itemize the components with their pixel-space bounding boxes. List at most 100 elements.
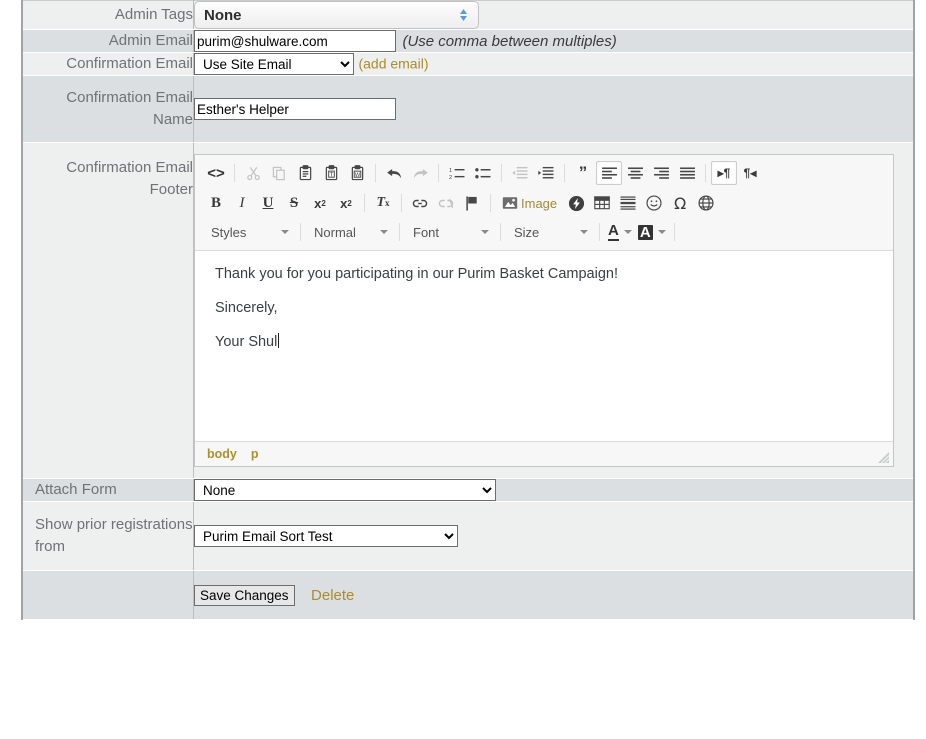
field-admin-tags: None [194, 1, 915, 30]
text-cursor [278, 333, 279, 348]
svg-text:W: W [354, 172, 360, 178]
increase-indent-icon[interactable] [533, 161, 559, 185]
admin-tags-select[interactable]: None [194, 1, 479, 29]
field-confirmation-email-footer: <> [194, 143, 915, 479]
cut-icon[interactable] [240, 161, 266, 185]
strikethrough-icon[interactable]: S [281, 191, 307, 215]
table-icon[interactable] [589, 191, 615, 215]
toolbar-row-3: Styles Normal Font [197, 218, 891, 246]
page-break-icon[interactable] [693, 191, 719, 215]
text-direction-ltr-icon[interactable]: ▸¶ [711, 161, 737, 185]
confirmation-email-select[interactable]: Use Site Email [194, 53, 354, 75]
text-color-glyph: A [608, 223, 619, 241]
editor-paragraph-3-text: Your Shul [215, 334, 277, 350]
separator [438, 164, 439, 182]
underline-icon[interactable]: U [255, 191, 281, 215]
size-dropdown[interactable]: Size [506, 221, 594, 243]
resize-grip-icon[interactable] [876, 450, 890, 464]
paste-icon[interactable] [292, 161, 318, 185]
horizontal-rule-icon[interactable] [615, 191, 641, 215]
font-dropdown[interactable]: Font [405, 221, 495, 243]
align-center-icon[interactable] [622, 161, 648, 185]
blockquote-icon[interactable]: ” [570, 161, 596, 185]
field-admin-email: (Use comma between multiples) [194, 30, 915, 53]
row-attach-form: Attach Form None [22, 479, 914, 502]
styles-dropdown[interactable]: Styles [203, 221, 295, 243]
align-left-icon[interactable] [596, 161, 622, 185]
row-confirmation-email-footer: Confirmation Email Footer <> [22, 143, 914, 479]
field-confirmation-email: Use Site Email (add email) [194, 53, 915, 76]
flash-icon[interactable] [563, 191, 589, 215]
paste-from-word-icon[interactable]: W [344, 161, 370, 185]
source-icon[interactable]: <> [203, 161, 229, 185]
smiley-icon[interactable] [641, 191, 667, 215]
text-color-button[interactable]: A [605, 220, 635, 244]
editor-paragraph-1: Thank you for you participating in our P… [215, 265, 873, 283]
decrease-indent-icon[interactable] [507, 161, 533, 185]
background-color-glyph: A [638, 225, 653, 240]
separator [375, 164, 376, 182]
row-actions: Save Changes Delete [22, 571, 914, 620]
separator [300, 223, 301, 241]
separator [401, 194, 402, 212]
bulleted-list-icon[interactable] [470, 161, 496, 185]
show-prior-registrations-select[interactable]: Purim Email Sort Test [194, 525, 458, 547]
separator [564, 164, 565, 182]
row-confirmation-email-name: Confirmation Email Name [22, 76, 914, 143]
label-confirmation-email-footer: Confirmation Email Footer [22, 143, 194, 479]
chevron-down-icon [380, 230, 388, 234]
label-show-prior-registrations: Show prior registrations from [22, 502, 194, 571]
label-admin-tags: Admin Tags [22, 1, 194, 30]
image-button[interactable]: Image [496, 191, 563, 215]
confirmation-email-name-input[interactable] [194, 98, 396, 120]
superscript-icon[interactable]: x2 [333, 191, 359, 215]
settings-page: Admin Tags None [0, 0, 926, 739]
field-actions: Save Changes Delete [194, 571, 915, 620]
field-confirmation-email-name [194, 76, 915, 143]
text-direction-rtl-icon[interactable]: ¶◂ [737, 161, 763, 185]
image-button-label: Image [521, 196, 557, 211]
justify-icon[interactable] [674, 161, 700, 185]
field-show-prior-registrations: Purim Email Sort Test [194, 502, 915, 571]
label-confirmation-email: Confirmation Email [22, 53, 194, 76]
separator [490, 194, 491, 212]
chevron-down-icon [281, 230, 289, 234]
elements-path-body[interactable]: body [207, 447, 237, 461]
paragraph-format-dropdown[interactable]: Normal [306, 221, 394, 243]
unlink-icon[interactable] [433, 191, 459, 215]
numbered-list-icon[interactable]: 1 2 [444, 161, 470, 185]
separator [500, 223, 501, 241]
label-admin-email: Admin Email [22, 30, 194, 53]
add-email-link[interactable]: (add email) [358, 56, 428, 72]
separator [234, 164, 235, 182]
paste-as-text-icon[interactable]: T [318, 161, 344, 185]
chevron-down-icon [624, 230, 632, 234]
row-confirmation-email: Confirmation Email Use Site Email (add e… [22, 53, 914, 76]
editor-toolbar: <> [195, 155, 893, 251]
editor-content-area[interactable]: Thank you for you participating in our P… [195, 251, 893, 441]
elements-path-p[interactable]: p [251, 447, 259, 461]
undo-icon[interactable] [381, 161, 407, 185]
label-actions-empty [22, 571, 194, 620]
anchor-icon[interactable] [459, 191, 485, 215]
special-character-icon[interactable]: Ω [667, 191, 693, 215]
link-icon[interactable] [407, 191, 433, 215]
admin-email-hint: (Use comma between multiples) [402, 33, 616, 50]
subscript-icon[interactable]: x2 [307, 191, 333, 215]
background-color-button[interactable]: A [635, 220, 669, 244]
italic-icon[interactable]: I [229, 191, 255, 215]
admin-email-input[interactable] [194, 30, 396, 52]
copy-icon[interactable] [266, 161, 292, 185]
align-right-icon[interactable] [648, 161, 674, 185]
redo-icon[interactable] [407, 161, 433, 185]
remove-format-icon[interactable]: Tx [370, 191, 396, 215]
bold-icon[interactable]: B [203, 191, 229, 215]
attach-form-select[interactable]: None [194, 479, 496, 501]
svg-text:T: T [329, 171, 333, 178]
separator [705, 164, 706, 182]
field-attach-form: None [194, 479, 915, 502]
delete-link[interactable]: Delete [311, 587, 354, 604]
row-admin-email: Admin Email (Use comma between multiples… [22, 30, 914, 53]
row-show-prior-registrations: Show prior registrations from Purim Emai… [22, 502, 914, 571]
save-changes-button[interactable]: Save Changes [194, 585, 295, 606]
